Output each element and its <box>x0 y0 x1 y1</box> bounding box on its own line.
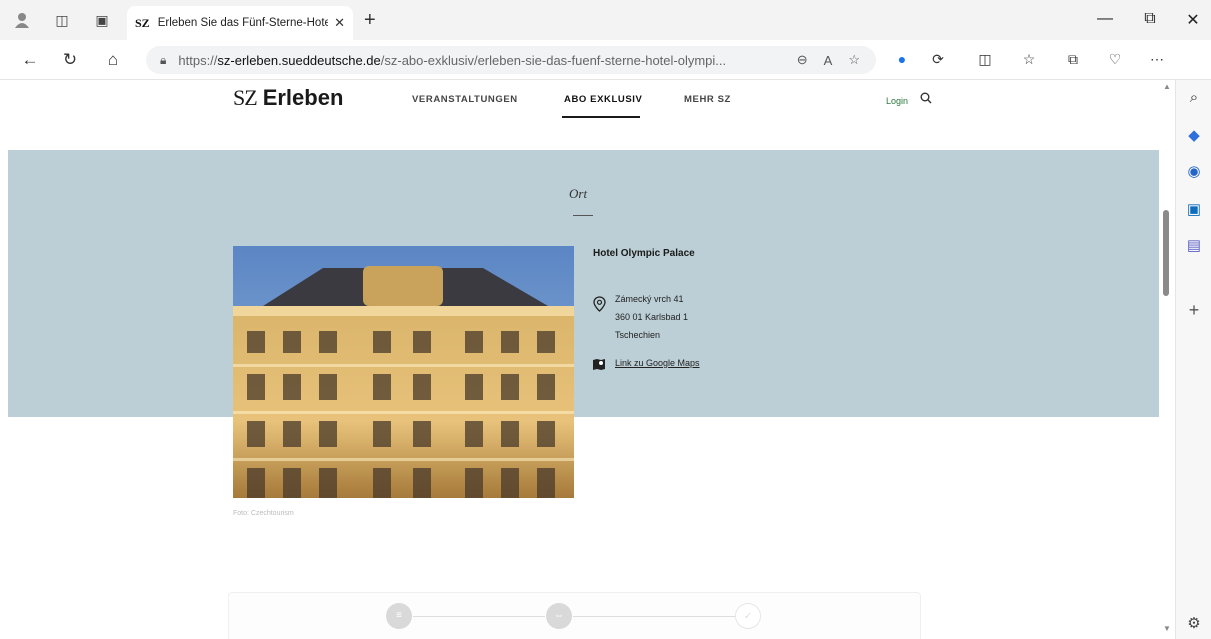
close-tab-icon[interactable]: ✕ <box>334 15 345 31</box>
restore-button[interactable]: ⧉ <box>1140 10 1160 28</box>
step-connector-2 <box>573 616 735 617</box>
url-host: sz-erleben.sueddeutsche.de <box>217 52 381 68</box>
browser-titlebar: ◫ ▣ SZ Erleben Sie das Fünf-Sterne-Hote … <box>0 0 1211 40</box>
extension-shield-icon[interactable]: ● <box>892 51 912 69</box>
address-bar[interactable]: 🔒︎ https://sz-erleben.sueddeutsche.de/sz… <box>146 46 876 74</box>
extensions-icon[interactable]: ⟳ <box>928 51 948 69</box>
login-link[interactable]: Login <box>886 96 908 106</box>
section-title: Ort <box>569 186 588 201</box>
page-scrollbar[interactable]: ▲ ▼ <box>1159 80 1175 639</box>
more-menu-icon[interactable]: ⋯ <box>1147 51 1167 69</box>
scroll-down-icon[interactable]: ▼ <box>1163 624 1171 633</box>
location-pin-icon <box>593 296 606 312</box>
refresh-icon[interactable]: ↻ <box>60 50 80 70</box>
browser-toolbar: ← ↻ ⌂ 🔒︎ https://sz-erleben.sueddeutsche… <box>0 40 1211 111</box>
site-logo[interactable]: SZ Erleben <box>233 85 343 111</box>
step-connector-1 <box>413 616 545 617</box>
site-header: SZ Erleben VERANSTALTUNGEN ABO EXKLUSIV M… <box>0 80 1159 150</box>
hotel-photo <box>233 246 574 498</box>
address-line-3: Tschechien <box>615 330 661 340</box>
section-divider <box>573 215 593 216</box>
close-window-button[interactable]: ✕ <box>1183 10 1203 30</box>
search-icon[interactable] <box>920 92 932 107</box>
active-nav-underline <box>562 116 640 118</box>
photo-credit: Foto: Czechtourism <box>233 510 294 517</box>
split-screen-icon[interactable]: ◫ <box>975 51 995 69</box>
step-1-list-icon: ≡ <box>386 603 412 629</box>
step-2-info-icon: ⇔ <box>546 603 572 629</box>
address-line-2: 360 01 Karlsbad 1 <box>615 312 689 322</box>
web-page: SZ Erleben VERANSTALTUNGEN ABO EXKLUSIV M… <box>0 80 1159 639</box>
tab-actions-icon[interactable]: ▣ <box>92 10 112 30</box>
read-aloud-icon[interactable]: A <box>824 53 833 68</box>
url-scheme: https:// <box>178 52 218 68</box>
booking-steps: ≡ ⇔ ✓ <box>228 592 921 639</box>
profile-icon[interactable] <box>12 10 32 30</box>
favorites-icon[interactable]: ☆ <box>1019 51 1039 69</box>
new-tab-button[interactable]: + <box>364 9 376 32</box>
shopping-tag-icon[interactable]: ◆ <box>1184 126 1204 146</box>
add-sidebar-app-icon[interactable]: + <box>1184 300 1204 320</box>
browser-tab[interactable]: SZ Erleben Sie das Fünf-Sterne-Hote ✕ <box>127 6 353 40</box>
site-info-icon[interactable]: 🔒︎ <box>160 53 166 68</box>
nav-abo-exklusiv[interactable]: ABO EXKLUSIV <box>564 94 642 105</box>
favorite-star-icon[interactable]: ☆ <box>848 52 860 68</box>
tab-favicon: SZ <box>135 15 150 30</box>
minimize-button[interactable]: — <box>1095 10 1115 28</box>
address-line-1: Zámecký vrch 41 <box>615 294 684 304</box>
logo-mark: SZ <box>233 85 258 110</box>
office-icon[interactable]: ◉ <box>1184 162 1204 182</box>
url-path: /sz-abo-exklusiv/erleben-sie-das-fuenf-s… <box>380 52 727 68</box>
home-icon[interactable]: ⌂ <box>103 50 123 70</box>
edge-sidebar: ⌕ ◆ ◉ ▣ ▤ + ⚙ <box>1175 80 1211 639</box>
google-maps-link[interactable]: Link zu Google Maps <box>615 358 700 368</box>
nav-mehr-sz[interactable]: MEHR SZ <box>684 94 731 105</box>
map-icon[interactable] <box>592 357 606 370</box>
browser-essentials-icon[interactable]: ♡ <box>1105 51 1125 69</box>
sidebar-search-icon[interactable]: ⌕ <box>1184 88 1204 108</box>
sidebar-settings-icon[interactable]: ⚙ <box>1184 614 1204 634</box>
teams-icon[interactable]: ▤ <box>1184 236 1204 256</box>
logo-text: Erleben <box>262 85 344 110</box>
zoom-icon[interactable]: ⊖ <box>797 52 808 68</box>
scroll-up-icon[interactable]: ▲ <box>1163 82 1171 91</box>
collections-icon[interactable]: ⧉ <box>1063 51 1083 69</box>
scroll-thumb[interactable] <box>1163 210 1169 296</box>
step-3-check-icon: ✓ <box>735 603 761 629</box>
workspaces-icon[interactable]: ◫ <box>52 10 72 30</box>
url-text: https://sz-erleben.sueddeutsche.de/sz-ab… <box>178 53 796 68</box>
nav-veranstaltungen[interactable]: VERANSTALTUNGEN <box>412 94 518 105</box>
back-icon[interactable]: ← <box>20 50 40 70</box>
hotel-name: Hotel Olympic Palace <box>593 248 695 259</box>
tab-title: Erleben Sie das Fünf-Sterne-Hote <box>157 17 329 29</box>
outlook-icon[interactable]: ▣ <box>1184 200 1204 220</box>
